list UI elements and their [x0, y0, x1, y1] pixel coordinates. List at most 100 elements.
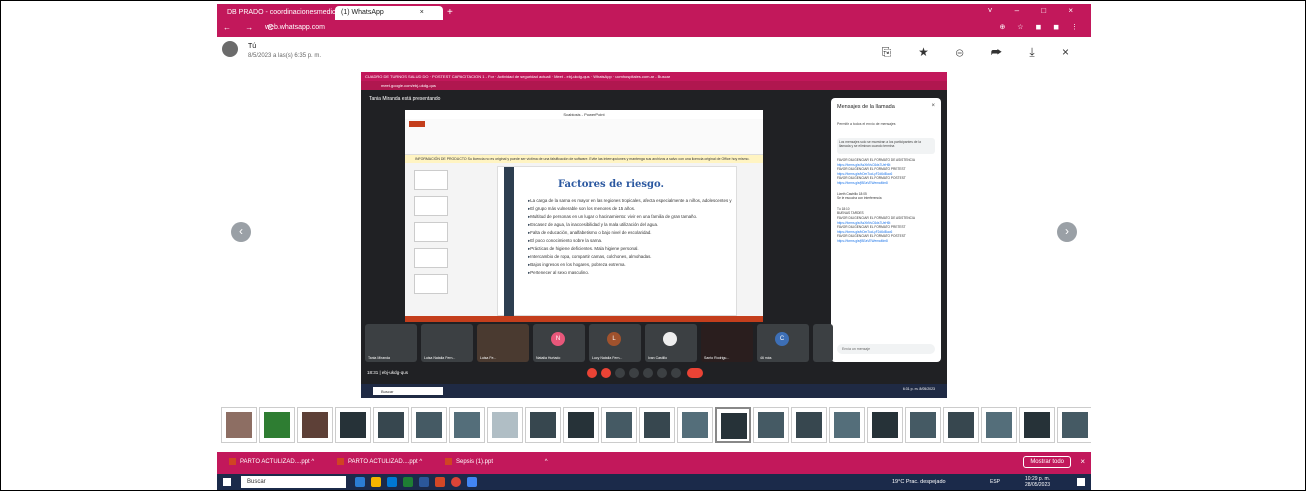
download-item[interactable]: Sepsis (1).ppt ^	[445, 458, 548, 465]
chat-messages: FAVOR DILIGENCIAR EL FORMATO DE ASISTENC…	[837, 158, 935, 338]
show-all-button[interactable]: Mostrar todo	[1023, 456, 1071, 468]
more-icon	[671, 368, 681, 378]
media-thumbnail[interactable]	[791, 407, 827, 443]
bullet: Prácticas de higiene deficientes. Mala h…	[528, 245, 733, 253]
image-browser-tabs: CUADRO DE TURNOS SALUD DO · POSTEST CAPA…	[361, 72, 947, 81]
windows-taskbar: Buscar 19°C Prac. despejado ESP 10:29 p.…	[217, 474, 1091, 490]
participant-tile: N Natalia Hurtado	[533, 324, 585, 362]
participant-tile: C 46 más	[757, 324, 809, 362]
emoji-icon	[629, 368, 639, 378]
chat-title: Mensajes de la llamada	[837, 104, 895, 110]
language-indicator[interactable]: ESP	[990, 479, 1000, 485]
media-thumbnail[interactable]	[943, 407, 979, 443]
chat-link: https://forms.gle/jBEaVEWemaMm8	[837, 180, 888, 185]
media-thumbnail[interactable]	[297, 407, 333, 443]
chat-note: Los mensajes solo se muestran a los part…	[837, 138, 935, 154]
media-thumbnail[interactable]	[525, 407, 561, 443]
media-thumbnail[interactable]	[449, 407, 485, 443]
clock-date: 28/05/2023	[1025, 482, 1051, 488]
media-thumbnail[interactable]	[829, 407, 865, 443]
toolbar-icons[interactable]: ⊕ ☆ ◼ ◼ ⋮	[999, 23, 1083, 31]
present-icon	[643, 368, 653, 378]
whatsapp-media-viewer: DB PRADO - coordinacionesmedic × (1) Wha…	[217, 4, 1091, 490]
next-arrow-icon[interactable]: ›	[1057, 222, 1077, 242]
media-thumbnail[interactable]	[487, 407, 523, 443]
notification-icon[interactable]	[1077, 478, 1085, 486]
media-thumbnail[interactable]	[373, 407, 409, 443]
app-icon[interactable]	[467, 477, 477, 487]
media-thumbnail[interactable]	[411, 407, 447, 443]
bullet: Escasez de agua, la inaccesibilidad y la…	[528, 221, 733, 229]
slide-title: Factores de riesgo.	[558, 179, 665, 190]
media-thumbnail[interactable]	[563, 407, 599, 443]
download-name: PARTO ACTULIZAD....ppt	[348, 459, 418, 466]
ppt-file-icon	[337, 458, 344, 465]
media-thumbnail[interactable]	[639, 407, 675, 443]
viewer-header: Tú 8/5/2023 a las(s) 6:35 p. m. ⎘ ★ ⊜ ➦ …	[217, 37, 1091, 67]
presenting-banner: Tania Miranda está presentando	[369, 96, 441, 102]
participant-name: Luisa Fe...	[480, 356, 497, 360]
bullet: El grupo más vulnerable son los menores …	[528, 205, 733, 213]
meet-controls: 18:31 | ebj-ukdg-qus	[361, 364, 947, 384]
media-thumbnail[interactable]	[1057, 407, 1091, 443]
tab-whatsapp[interactable]: (1) WhatsApp ×	[335, 6, 443, 20]
screenshot-frame: DB PRADO - coordinacionesmedic × (1) Wha…	[0, 0, 1306, 491]
image-taskbar: Buscar 6:31 p. m. 8/05/2023	[361, 384, 947, 398]
media-thumbnail[interactable]	[1019, 407, 1055, 443]
media-thumbnail[interactable]	[677, 407, 713, 443]
media-thumbnail[interactable]	[905, 407, 941, 443]
new-tab-icon[interactable]: +	[447, 7, 453, 18]
media-thumbnail[interactable]	[221, 407, 257, 443]
participant-tile: Tania Miranda	[365, 324, 417, 362]
slide-thumbnail	[414, 274, 448, 294]
participant-tile: Santo Rodrigu...	[701, 324, 753, 362]
media-thumbnail[interactable]	[601, 407, 637, 443]
participant-tile: Ivan Castillo	[645, 324, 697, 362]
download-item[interactable]: PARTO ACTULIZAD....ppt ^	[337, 458, 422, 465]
participant-avatar: N	[551, 332, 565, 346]
participant-avatar: C	[775, 332, 789, 346]
weather-widget[interactable]: 19°C Prac. despejado	[892, 479, 946, 485]
media-thumbnail-selected[interactable]	[715, 407, 751, 443]
participant-name: 46 más	[760, 356, 772, 360]
sender-name: Tú	[248, 43, 257, 50]
meet-chat-panel: Mensajes de la llamada × Permitir a todo…	[831, 98, 941, 362]
url-field[interactable]: web.whatsapp.com	[265, 24, 325, 31]
participant-name: Natalia Hurtado	[536, 356, 561, 360]
message-date: 8/5/2023 a las(s) 6:35 p. m.	[248, 53, 322, 59]
word-icon[interactable]	[419, 477, 429, 487]
taskbar-clock[interactable]: 10:29 p. m. 28/05/2023	[1025, 476, 1050, 488]
download-item[interactable]: PARTO ACTULIZAD....ppt ^	[229, 458, 314, 465]
downloads-bar: PARTO ACTULIZAD....ppt ^ PARTO ACTULIZAD…	[217, 452, 1091, 474]
powerpoint-icon[interactable]	[435, 477, 445, 487]
excel-icon[interactable]	[403, 477, 413, 487]
media-thumbnail[interactable]	[981, 407, 1017, 443]
media-thumbnail[interactable]	[335, 407, 371, 443]
window-controls[interactable]: ˅ – □ ×	[988, 6, 1083, 15]
chat-input: Envía un mensaje	[837, 344, 935, 354]
image-url: meet.google.com/ebj-ukdg-qus	[361, 81, 947, 90]
media-thumbnail[interactable]	[867, 407, 903, 443]
store-icon[interactable]	[387, 477, 397, 487]
tab-title: (1) WhatsApp	[341, 9, 384, 16]
close-icon[interactable]: ×	[1080, 457, 1085, 466]
shared-image: CUADRO DE TURNOS SALUD DO · POSTEST CAPA…	[361, 72, 947, 398]
close-icon[interactable]: ×	[420, 9, 424, 16]
chrome-icon[interactable]	[451, 477, 461, 487]
chevron-up-icon[interactable]: ^	[311, 459, 314, 465]
media-thumbnail[interactable]	[259, 407, 295, 443]
windows-start-icon[interactable]	[223, 478, 231, 486]
ppt-status-bar	[405, 316, 763, 322]
camera-icon	[601, 368, 611, 378]
media-thumbnail[interactable]	[753, 407, 789, 443]
task-view-icon[interactable]	[355, 477, 365, 487]
chevron-up-icon[interactable]: ^	[545, 459, 548, 465]
chevron-up-icon[interactable]: ^	[419, 459, 422, 465]
viewer-action-icons[interactable]: ⎘ ★ ⊜ ➦ ⤓ ×	[882, 45, 1081, 60]
slide-thumbnail	[414, 248, 448, 268]
tab-db-prado[interactable]: DB PRADO - coordinacionesmedic ×	[221, 6, 350, 20]
previous-arrow-icon[interactable]: ‹	[231, 222, 251, 242]
taskbar-search[interactable]: Buscar	[241, 476, 346, 488]
file-explorer-icon[interactable]	[371, 477, 381, 487]
participant-avatar: L	[607, 332, 621, 346]
